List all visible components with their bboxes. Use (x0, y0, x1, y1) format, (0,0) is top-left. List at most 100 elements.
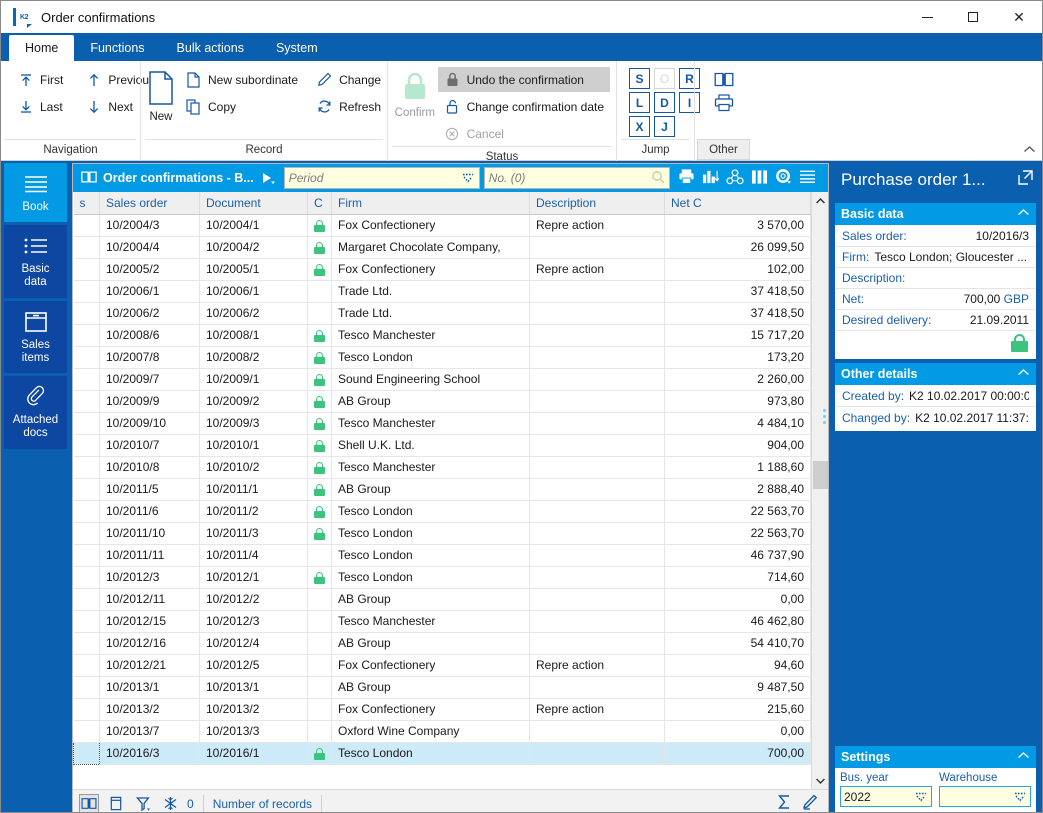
warehouse-input[interactable] (939, 786, 1031, 807)
scrollbar-track[interactable] (812, 209, 828, 772)
tab-system[interactable]: System (260, 35, 334, 61)
cell-select[interactable] (74, 412, 100, 434)
table-row[interactable]: 10/2004/310/2004/1Fox ConfectioneryRepre… (74, 214, 811, 236)
cell-select[interactable] (74, 742, 100, 764)
cell-select[interactable] (74, 610, 100, 632)
bus-year-input[interactable]: 2022 (840, 786, 932, 807)
jump-key-s[interactable]: S (629, 68, 650, 89)
table-row[interactable]: 10/2007/810/2008/2Tesco London173,20 (74, 346, 811, 368)
group-icon[interactable] (726, 169, 744, 188)
column-header-sales-order[interactable]: Sales order (100, 192, 200, 214)
table-row[interactable]: 10/2006/110/2006/1Trade Ltd.37 418,50 (74, 280, 811, 302)
print-icon[interactable] (678, 169, 695, 188)
cell-select[interactable] (74, 566, 100, 588)
sidebar-item-sales-items[interactable]: Sales items (4, 301, 67, 373)
chevron-up-icon[interactable] (1017, 751, 1030, 763)
printer-icon[interactable] (714, 94, 734, 115)
cell-select[interactable] (74, 654, 100, 676)
table-row[interactable]: 10/2012/1510/2012/3Tesco Manchester46 46… (74, 610, 811, 632)
book-icon[interactable] (714, 71, 734, 91)
column-header-s[interactable]: s (74, 192, 100, 214)
table-row[interactable]: 10/2009/910/2009/2AB Group973,80 (74, 390, 811, 412)
cell-select[interactable] (74, 214, 100, 236)
chevron-down-icon[interactable] (461, 172, 475, 184)
search-icon[interactable] (651, 170, 665, 187)
column-header-net[interactable]: Net C (665, 192, 811, 214)
filter-icon[interactable] (133, 794, 153, 813)
section-header-basic-data[interactable]: Basic data (835, 203, 1036, 225)
cell-select[interactable] (74, 368, 100, 390)
table-row[interactable]: 10/2013/710/2013/3Oxford Wine Company0,0… (74, 720, 811, 742)
table-row[interactable]: 10/2011/1010/2011/3Tesco London22 563,70 (74, 522, 811, 544)
change-button[interactable]: Change (310, 67, 387, 92)
cell-select[interactable] (74, 720, 100, 742)
table-row[interactable]: 10/2011/610/2011/2Tesco London22 563,70 (74, 500, 811, 522)
table-row[interactable]: 10/2012/2110/2012/5Fox ConfectioneryRepr… (74, 654, 811, 676)
scrollbar-thumb[interactable] (813, 461, 828, 489)
cell-select[interactable] (74, 236, 100, 258)
cancel-button[interactable]: Cancel (438, 121, 610, 146)
jump-key-j[interactable]: J (654, 116, 675, 137)
chevron-up-icon[interactable] (1023, 145, 1036, 157)
section-header-other-details[interactable]: Other details (835, 363, 1036, 385)
cell-select[interactable] (74, 302, 100, 324)
column-header-c[interactable]: C (308, 192, 332, 214)
sidebar-item-book[interactable]: Book (4, 163, 67, 222)
tab-functions[interactable]: Functions (74, 35, 160, 61)
table-row[interactable]: 10/2008/610/2008/1Tesco Manchester15 717… (74, 324, 811, 346)
cell-select[interactable] (74, 632, 100, 654)
jump-key-x[interactable]: X (629, 116, 650, 137)
chevron-down-icon[interactable] (914, 791, 928, 803)
open-external-icon[interactable] (1017, 169, 1034, 191)
sidebar-item-attached-docs[interactable]: Attached docs (4, 376, 67, 448)
tab-home[interactable]: Home (9, 35, 74, 61)
scroll-down-arrow[interactable] (812, 772, 828, 789)
cell-select[interactable] (74, 280, 100, 302)
cell-select[interactable] (74, 390, 100, 412)
table-row[interactable]: 10/2006/210/2006/2Trade Ltd.37 418,50 (74, 302, 811, 324)
cell-select[interactable] (74, 544, 100, 566)
chevron-up-icon[interactable] (1017, 208, 1030, 220)
table-row[interactable]: 10/2011/510/2011/1AB Group2 888,40 (74, 478, 811, 500)
cell-select[interactable] (74, 698, 100, 720)
chevron-down-icon[interactable] (1013, 791, 1027, 803)
jump-key-d[interactable]: D (654, 92, 675, 113)
play-caret-icon[interactable] (260, 171, 276, 185)
confirm-button[interactable]: Confirm (394, 67, 436, 119)
records-label[interactable]: Number of records (213, 797, 312, 811)
new-subordinate-button[interactable]: New subordinate (179, 67, 304, 92)
table-row[interactable]: 10/2010/810/2010/2Tesco Manchester1 188,… (74, 456, 811, 478)
menu-icon[interactable] (799, 169, 816, 187)
period-filter-input[interactable]: Period (284, 167, 480, 189)
table-row[interactable]: 10/2016/310/2016/1Tesco London700,00 (74, 742, 811, 764)
minimize-button[interactable] (904, 1, 950, 33)
tab-bulk-actions[interactable]: Bulk actions (161, 35, 260, 61)
cell-select[interactable] (74, 324, 100, 346)
column-header-document[interactable]: Document (200, 192, 308, 214)
jump-key-l[interactable]: L (629, 92, 650, 113)
jump-key-o[interactable]: O (654, 68, 675, 89)
table-row[interactable]: 10/2012/310/2012/1Tesco London714,60 (74, 566, 811, 588)
table-row[interactable]: 10/2012/1610/2012/4AB Group54 410,70 (74, 632, 811, 654)
group-label-other[interactable]: Other (697, 139, 750, 160)
table-row[interactable]: 10/2012/1110/2012/2AB Group0,00 (74, 588, 811, 610)
section-header-settings[interactable]: Settings (835, 746, 1036, 768)
table-row[interactable]: 10/2009/1010/2009/3Tesco Manchester4 484… (74, 412, 811, 434)
table-row[interactable]: 10/2005/210/2005/1Fox ConfectioneryRepre… (74, 258, 811, 280)
columns-icon[interactable] (751, 169, 768, 188)
table-row[interactable]: 10/2010/710/2010/1Shell U.K. Ltd.904,00 (74, 434, 811, 456)
table-row[interactable]: 10/2009/710/2009/1Sound Engineering Scho… (74, 368, 811, 390)
table-row[interactable]: 10/2013/110/2013/1AB Group9 487,50 (74, 676, 811, 698)
cell-select[interactable] (74, 676, 100, 698)
scroll-up-arrow[interactable] (812, 192, 828, 209)
gear-icon[interactable] (775, 168, 792, 188)
cell-select[interactable] (74, 522, 100, 544)
sidebar-item-basic-data[interactable]: Basic data (4, 225, 67, 297)
nav-first-button[interactable]: First (11, 67, 69, 92)
cell-select[interactable] (74, 258, 100, 280)
chart-icon[interactable] (702, 169, 719, 188)
column-header-firm[interactable]: Firm (332, 192, 530, 214)
change-confirmation-date-button[interactable]: Change confirmation date (438, 94, 610, 119)
new-button[interactable]: New (147, 67, 175, 123)
undo-confirmation-button[interactable]: Undo the confirmation (438, 67, 610, 92)
